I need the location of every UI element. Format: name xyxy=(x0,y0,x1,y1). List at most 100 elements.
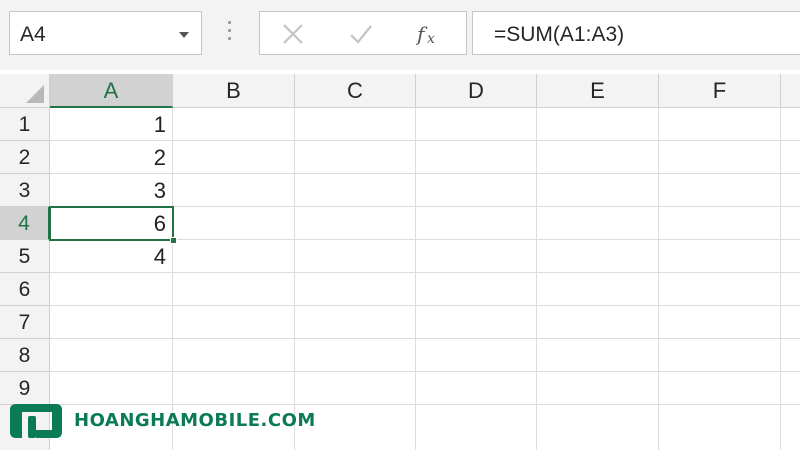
cell-g7[interactable] xyxy=(781,306,800,339)
cell-f1[interactable] xyxy=(659,108,781,141)
column-header-d[interactable]: D xyxy=(416,74,537,108)
cell-g4[interactable] xyxy=(781,207,800,240)
cell-b9[interactable] xyxy=(173,372,295,405)
row-header-4[interactable]: 4 xyxy=(0,207,50,240)
column-header-f[interactable]: F xyxy=(659,74,781,108)
cell-a8[interactable] xyxy=(50,339,173,372)
row-header-2[interactable]: 2 xyxy=(0,141,50,174)
cell-c2[interactable] xyxy=(295,141,416,174)
cell-e1[interactable] xyxy=(537,108,659,141)
cell-a7[interactable] xyxy=(50,306,173,339)
cell-c8[interactable] xyxy=(295,339,416,372)
cell-d8[interactable] xyxy=(416,339,537,372)
cell-b3[interactable] xyxy=(173,174,295,207)
formula-bar-area: A4 f x =SUM(A1:A3) xyxy=(0,0,800,70)
cell-b5[interactable] xyxy=(173,240,295,273)
cell-e7[interactable] xyxy=(537,306,659,339)
svg-text:x: x xyxy=(427,31,435,47)
cell-a2[interactable]: 2 xyxy=(50,141,173,174)
cell-e9[interactable] xyxy=(537,372,659,405)
cell-f6[interactable] xyxy=(659,273,781,306)
cell-d7[interactable] xyxy=(416,306,537,339)
cell-f10[interactable] xyxy=(659,405,781,450)
row-header-6[interactable]: 6 xyxy=(0,273,50,306)
formula-text[interactable]: =SUM(A1:A3) xyxy=(494,23,624,47)
cell-f7[interactable] xyxy=(659,306,781,339)
spreadsheet-grid[interactable]: A B C D E F 1 2 3 4 5 6 7 8 9 1 2 3 6 4 xyxy=(0,70,800,450)
chevron-down-icon[interactable] xyxy=(179,32,189,38)
formula-input[interactable]: =SUM(A1:A3) xyxy=(472,11,800,55)
cell-b6[interactable] xyxy=(173,273,295,306)
cell-e2[interactable] xyxy=(537,141,659,174)
cell-c7[interactable] xyxy=(295,306,416,339)
select-all-icon[interactable] xyxy=(26,85,44,103)
cell-f5[interactable] xyxy=(659,240,781,273)
fill-handle[interactable] xyxy=(170,237,177,244)
row-header-3[interactable]: 3 xyxy=(0,174,50,207)
row-header-8[interactable]: 8 xyxy=(0,339,50,372)
cell-a1[interactable]: 1 xyxy=(50,108,173,141)
fx-icon[interactable]: f x xyxy=(416,21,442,47)
cell-e8[interactable] xyxy=(537,339,659,372)
column-header-a[interactable]: A xyxy=(50,74,173,108)
column-header-c[interactable]: C xyxy=(295,74,416,108)
checkmark-icon[interactable] xyxy=(348,21,374,47)
cell-d9[interactable] xyxy=(416,372,537,405)
cell-a9[interactable] xyxy=(50,372,173,405)
name-box-value[interactable]: A4 xyxy=(20,23,46,47)
cell-e10[interactable] xyxy=(537,405,659,450)
drag-handle-icon[interactable] xyxy=(227,21,233,45)
column-header-g[interactable] xyxy=(781,74,800,108)
cell-g6[interactable] xyxy=(781,273,800,306)
cell-d5[interactable] xyxy=(416,240,537,273)
cell-f9[interactable] xyxy=(659,372,781,405)
row-header-5[interactable]: 5 xyxy=(0,240,50,273)
row-header-1[interactable]: 1 xyxy=(0,108,50,141)
cell-c5[interactable] xyxy=(295,240,416,273)
close-icon[interactable] xyxy=(280,21,306,47)
cell-b7[interactable] xyxy=(173,306,295,339)
cell-e3[interactable] xyxy=(537,174,659,207)
cell-b2[interactable] xyxy=(173,141,295,174)
cell-g3[interactable] xyxy=(781,174,800,207)
cell-c1[interactable] xyxy=(295,108,416,141)
cell-c9[interactable] xyxy=(295,372,416,405)
hoangha-logo xyxy=(10,404,62,438)
cell-g1[interactable] xyxy=(781,108,800,141)
cell-g5[interactable] xyxy=(781,240,800,273)
active-cell-border xyxy=(49,206,174,241)
cell-f4[interactable] xyxy=(659,207,781,240)
watermark-brand: HOANGHAMOBILE.COM xyxy=(74,410,316,431)
name-box[interactable]: A4 xyxy=(9,11,202,55)
cell-e4[interactable] xyxy=(537,207,659,240)
cell-f2[interactable] xyxy=(659,141,781,174)
column-header-b[interactable]: B xyxy=(173,74,295,108)
cell-e6[interactable] xyxy=(537,273,659,306)
cell-c4[interactable] xyxy=(295,207,416,240)
cell-d6[interactable] xyxy=(416,273,537,306)
cell-b4[interactable] xyxy=(173,207,295,240)
row-header-7[interactable]: 7 xyxy=(0,306,50,339)
cell-a5[interactable]: 4 xyxy=(50,240,173,273)
cell-g2[interactable] xyxy=(781,141,800,174)
select-all-button[interactable] xyxy=(0,74,50,108)
cell-d10[interactable] xyxy=(416,405,537,450)
cell-a3[interactable]: 3 xyxy=(50,174,173,207)
cell-b1[interactable] xyxy=(173,108,295,141)
column-header-e[interactable]: E xyxy=(537,74,659,108)
cell-g10[interactable] xyxy=(781,405,800,450)
cell-c3[interactable] xyxy=(295,174,416,207)
cell-e5[interactable] xyxy=(537,240,659,273)
cell-b8[interactable] xyxy=(173,339,295,372)
formula-buttons: f x xyxy=(259,11,467,55)
cell-f3[interactable] xyxy=(659,174,781,207)
cell-d1[interactable] xyxy=(416,108,537,141)
cell-f8[interactable] xyxy=(659,339,781,372)
cell-d4[interactable] xyxy=(416,207,537,240)
cell-d3[interactable] xyxy=(416,174,537,207)
cell-a6[interactable] xyxy=(50,273,173,306)
cell-c6[interactable] xyxy=(295,273,416,306)
cell-g8[interactable] xyxy=(781,339,800,372)
cell-d2[interactable] xyxy=(416,141,537,174)
cell-g9[interactable] xyxy=(781,372,800,405)
